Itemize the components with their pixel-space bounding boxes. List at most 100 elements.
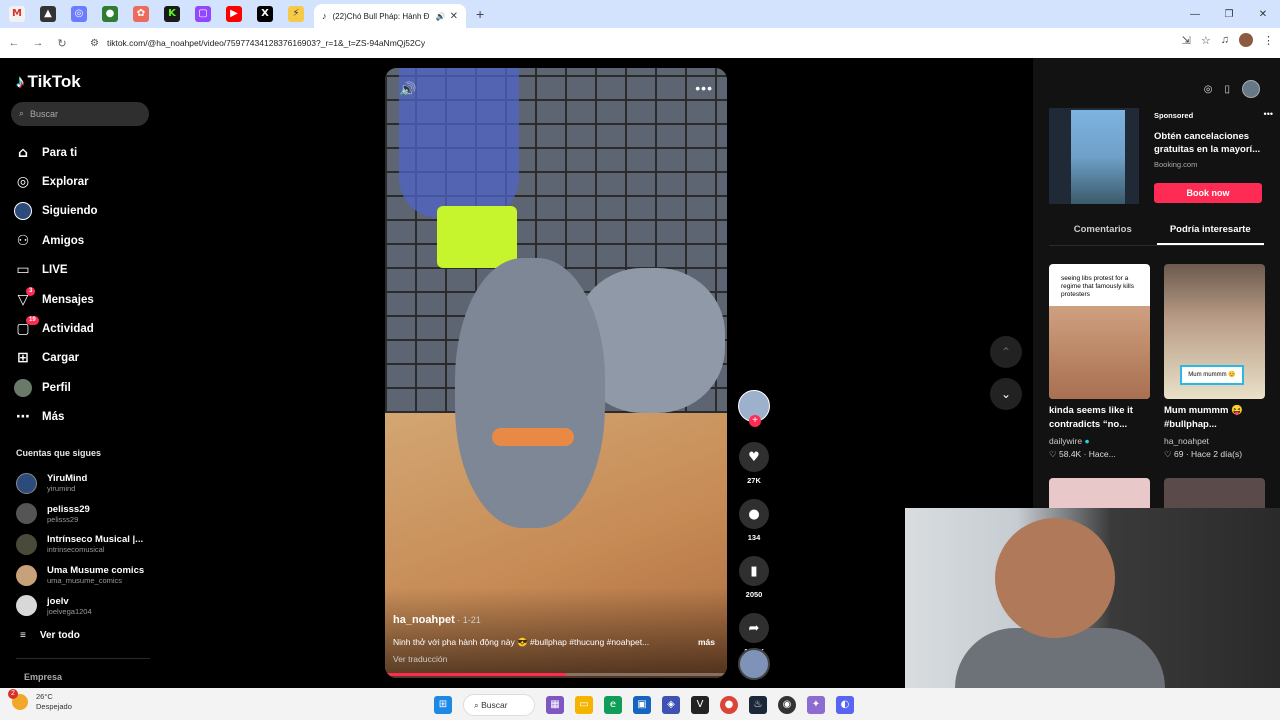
following-item[interactable]: YiruMind yirumind xyxy=(16,468,144,499)
comment-count: 134 xyxy=(747,533,761,542)
reload-icon[interactable]: ↻ xyxy=(50,37,74,50)
comment-icon: ● xyxy=(739,499,769,529)
sidebar-item-perfil[interactable]: Perfil xyxy=(14,373,98,402)
app-icon[interactable]: ✦ xyxy=(807,696,825,714)
address-bar[interactable]: ⚙ tiktok.com/@ha_noahpet/video/759774341… xyxy=(84,32,1196,54)
video-progress-bar[interactable] xyxy=(385,673,727,676)
device-icon[interactable]: ▯ xyxy=(1224,84,1230,95)
sidebar-item-para-ti[interactable]: ⌂ Para ti xyxy=(14,138,98,167)
following-item[interactable]: joelv joelvega1204 xyxy=(16,590,144,621)
sidebar-item-siguiendo[interactable]: Siguiendo xyxy=(14,197,98,226)
forward-icon[interactable]: → xyxy=(26,37,50,49)
video-player[interactable]: 🔊 ••• ha_noahpet · 1-21 Ninh thở với pha… xyxy=(385,68,727,678)
taskbar-search[interactable]: ⌕ Buscar xyxy=(463,694,535,716)
following-item[interactable]: Uma Musume comics uma_musume_comics xyxy=(16,560,144,591)
kick-tab-icon[interactable]: K xyxy=(164,6,180,22)
maximize-button[interactable]: ❐ xyxy=(1212,9,1246,20)
save-button[interactable]: ▮ 2050 xyxy=(738,556,770,599)
chrome-menu-icon[interactable]: ⋮ xyxy=(1263,34,1274,47)
sidebar-item-cargar[interactable]: ⊞ Cargar xyxy=(14,344,98,373)
book-now-button[interactable]: Book now xyxy=(1154,183,1262,203)
tab-comentarios[interactable]: Comentarios xyxy=(1049,224,1157,245)
store-icon[interactable]: ▣ xyxy=(633,696,651,714)
widgets-icon[interactable]: ▦ xyxy=(546,696,564,714)
active-tab[interactable]: ♪ (22)Chó Bull Pháp: Hành Đ 🔊 ✕ xyxy=(314,4,466,28)
following-name: pelisss29 xyxy=(47,503,90,515)
following-item[interactable]: pelisss29 pelisss29 xyxy=(16,499,144,530)
install-app-icon[interactable]: ⇲ xyxy=(1182,34,1191,47)
sidebar-item-live[interactable]: ▭ LIVE xyxy=(14,256,98,285)
sidebar-item-actividad[interactable]: ▢ 19 Actividad xyxy=(14,314,98,343)
sidebar-item-label: Explorar xyxy=(42,176,89,189)
file-explorer-icon[interactable]: ▭ xyxy=(575,696,593,714)
character-tab-icon[interactable]: ✿ xyxy=(133,6,149,22)
new-tab-button[interactable]: + xyxy=(476,6,484,22)
site-info-icon[interactable]: ⚙ xyxy=(90,38,99,49)
obs-icon[interactable]: ◉ xyxy=(778,696,796,714)
game-tab-icon[interactable]: ● xyxy=(102,6,118,22)
translate-button[interactable]: Ver traducción xyxy=(393,654,447,664)
suggested-video-card[interactable]: seeing libs protest for a regime that fa… xyxy=(1049,264,1150,460)
video-author[interactable]: ha_noahpet · 1-21 xyxy=(393,614,481,626)
youtube-tab-icon[interactable]: ▶ xyxy=(226,6,242,22)
tiktok-sidebar: ♪ TikTok ⌕ Buscar ⌂ Para ti ◎ Explorar S… xyxy=(0,58,160,688)
bookmark-star-icon[interactable]: ☆ xyxy=(1201,34,1211,47)
tiktok-logo[interactable]: ♪ TikTok xyxy=(16,72,81,92)
user-avatar[interactable] xyxy=(1242,80,1260,98)
app-icon[interactable]: ◈ xyxy=(662,696,680,714)
audio-playing-icon[interactable]: 🔊 xyxy=(436,12,446,21)
back-icon[interactable]: ← xyxy=(2,37,26,49)
next-video-button[interactable]: ⌄ xyxy=(990,378,1022,410)
taskbar-apps: ⊞ ⌕ Buscar ▦ ▭ e ▣ ◈ V ● ♨ ◉ ✦ ◐ xyxy=(434,694,854,716)
more-dots-icon: ⋯ xyxy=(16,409,30,426)
caption-more-button[interactable]: más xyxy=(698,637,715,647)
discord-icon[interactable]: ◐ xyxy=(836,696,854,714)
previous-video-button[interactable]: ⌃ xyxy=(990,336,1022,368)
creator-avatar[interactable]: + xyxy=(738,390,770,427)
x-tab-icon[interactable]: X xyxy=(257,6,273,22)
search-input[interactable]: ⌕ Buscar xyxy=(11,102,149,126)
compass-small-icon[interactable]: ◎ xyxy=(1204,84,1213,95)
close-window-button[interactable]: ✕ xyxy=(1246,9,1280,20)
following-item[interactable]: Intrínseco Musical |... intrinsecomusical xyxy=(16,529,144,560)
like-button[interactable]: ♥ 27K xyxy=(738,442,770,485)
sidebar-item-explorar[interactable]: ◎ Explorar xyxy=(14,167,98,196)
valorant-icon[interactable]: V xyxy=(691,696,709,714)
twitch-tab-icon[interactable]: ▢ xyxy=(195,6,211,22)
follow-plus-icon[interactable]: + xyxy=(749,415,761,427)
weather-sun-icon: 2 xyxy=(8,689,28,710)
ad-more-icon[interactable]: ••• xyxy=(1264,109,1273,119)
search-placeholder: Buscar xyxy=(30,109,59,119)
music-disc-icon[interactable] xyxy=(738,648,770,680)
suggested-video-card[interactable]: Mum mummm 😊 Mum mummm 😝 #bullphap... ha_… xyxy=(1164,264,1265,460)
minimize-button[interactable]: — xyxy=(1178,9,1212,20)
see-all-button[interactable]: ≡ Ver todo xyxy=(20,630,80,641)
sidebar-item-mas[interactable]: ⋯ Más xyxy=(14,403,98,432)
following-list: YiruMind yirumind pelisss29 pelisss29 Intr… xyxy=(16,468,144,621)
edge-icon[interactable]: e xyxy=(604,696,622,714)
sidebar-item-label: Mensajes xyxy=(42,293,94,306)
bolt-tab-icon[interactable]: ⚡ xyxy=(288,6,304,22)
card-title: kinda seems like it contradicts “no... xyxy=(1049,405,1133,430)
video-more-icon[interactable]: ••• xyxy=(695,80,713,96)
media-controls-icon[interactable]: ♫ xyxy=(1221,34,1229,46)
weather-widget[interactable]: 2 26°C Despejado xyxy=(8,689,72,712)
sponsored-ad[interactable]: Sponsored ••• Obtén cancelaciones gratui… xyxy=(1049,108,1273,204)
sync-tab-icon[interactable]: ◎ xyxy=(71,6,87,22)
tab-podria-interesarte[interactable]: Podría interesarte xyxy=(1156,224,1264,245)
comment-button[interactable]: ● 134 xyxy=(738,499,770,542)
ad-text: Obtén cancelaciones gratuitas en la mayo… xyxy=(1154,131,1261,155)
share-icon: ➦ xyxy=(739,613,769,643)
profile-avatar[interactable] xyxy=(1239,33,1253,47)
close-tab-icon[interactable]: ✕ xyxy=(450,11,458,22)
gmail-tab-icon[interactable]: M xyxy=(9,6,25,22)
volume-icon[interactable]: 🔊 xyxy=(399,82,416,98)
video-frame-puppy xyxy=(455,258,605,528)
windows-start-icon[interactable]: ⊞ xyxy=(434,696,452,714)
chrome-icon[interactable]: ● xyxy=(720,696,738,714)
sidebar-item-mensajes[interactable]: ▽ 3 Mensajes xyxy=(14,285,98,314)
company-link[interactable]: Empresa xyxy=(24,672,62,682)
steam-icon[interactable]: ♨ xyxy=(749,696,767,714)
app-tab-icon[interactable]: ▲ xyxy=(40,6,56,22)
sidebar-item-amigos[interactable]: ⚇ Amigos xyxy=(14,226,98,255)
